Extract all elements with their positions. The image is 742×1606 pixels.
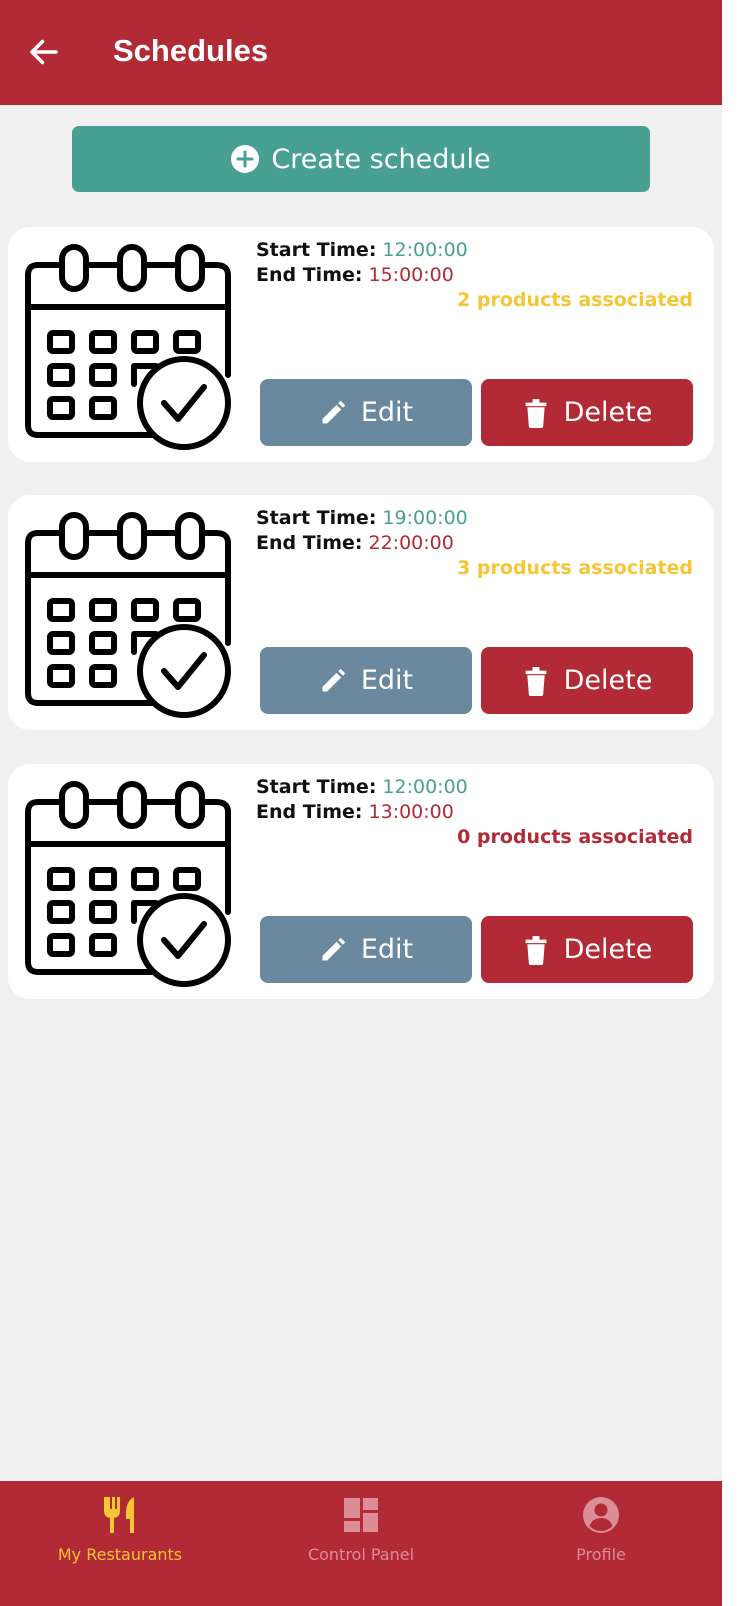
plus-circle-icon bbox=[231, 145, 260, 173]
edit-label: Edit bbox=[360, 397, 414, 428]
edit-button[interactable]: Edit bbox=[260, 379, 472, 446]
start-time-label: Start Time: bbox=[256, 507, 377, 529]
back-arrow-icon[interactable] bbox=[26, 34, 62, 70]
schedule-card: Start Time: 12:00:00 End Time: 13:00:00 0 … bbox=[8, 764, 714, 999]
end-time-value: 15:00:00 bbox=[368, 264, 454, 286]
end-time-row: End Time: 15:00:00 bbox=[256, 264, 454, 286]
start-time-value: 12:00:00 bbox=[382, 239, 468, 261]
tab-label: Profile bbox=[576, 1545, 626, 1564]
page-title: Schedules bbox=[113, 33, 269, 68]
end-time-value: 22:00:00 bbox=[368, 532, 454, 554]
start-time-row: Start Time: 12:00:00 bbox=[256, 239, 468, 261]
schedule-card: Start Time: 19:00:00 End Time: 22:00:00 3 … bbox=[8, 495, 714, 730]
schedule-card: Start Time: 12:00:00 End Time: 15:00:00 2 … bbox=[8, 227, 714, 462]
app-screen: Schedules Create schedule Start Time: 12… bbox=[0, 0, 722, 1606]
trash-icon bbox=[525, 398, 547, 428]
delete-button[interactable]: Delete bbox=[481, 379, 693, 446]
edit-button[interactable]: Edit bbox=[260, 647, 472, 714]
end-time-label: End Time: bbox=[256, 532, 363, 554]
calendar-check-icon bbox=[25, 244, 231, 450]
start-time-value: 12:00:00 bbox=[382, 776, 468, 798]
create-schedule-button[interactable]: Create schedule bbox=[72, 126, 650, 192]
app-header: Schedules bbox=[0, 0, 722, 105]
edit-button[interactable]: Edit bbox=[260, 916, 472, 983]
start-time-label: Start Time: bbox=[256, 776, 377, 798]
bottom-tab-bar: My Restaurants Control Panel Profile bbox=[0, 1481, 722, 1606]
screen-edge bbox=[722, 0, 742, 1606]
pencil-icon bbox=[322, 937, 346, 960]
edit-label: Edit bbox=[360, 665, 414, 696]
delete-label: Delete bbox=[563, 934, 653, 965]
start-time-row: Start Time: 19:00:00 bbox=[256, 507, 468, 529]
utensils-icon bbox=[104, 1497, 134, 1533]
end-time-label: End Time: bbox=[256, 801, 363, 823]
edit-label: Edit bbox=[360, 934, 414, 965]
tab-control-panel[interactable]: Control Panel bbox=[241, 1481, 481, 1606]
pencil-icon bbox=[322, 400, 346, 423]
delete-label: Delete bbox=[563, 665, 653, 696]
products-count: 0 products associated bbox=[457, 826, 693, 848]
start-time-row: Start Time: 12:00:00 bbox=[256, 776, 468, 798]
dashboard-icon bbox=[344, 1498, 378, 1532]
start-time-value: 19:00:00 bbox=[382, 507, 468, 529]
products-count: 3 products associated bbox=[457, 557, 693, 579]
end-time-row: End Time: 13:00:00 bbox=[256, 801, 454, 823]
calendar-check-icon bbox=[25, 512, 231, 718]
trash-icon bbox=[525, 935, 547, 965]
tab-label: My Restaurants bbox=[57, 1545, 183, 1564]
end-time-value: 13:00:00 bbox=[368, 801, 454, 823]
tab-profile[interactable]: Profile bbox=[481, 1481, 721, 1606]
start-time-label: Start Time: bbox=[256, 239, 377, 261]
tab-my-restaurants[interactable]: My Restaurants bbox=[0, 1481, 240, 1606]
end-time-label: End Time: bbox=[256, 264, 363, 286]
products-count: 2 products associated bbox=[457, 289, 693, 311]
user-circle-icon bbox=[583, 1497, 619, 1533]
delete-button[interactable]: Delete bbox=[481, 647, 693, 714]
delete-label: Delete bbox=[563, 397, 653, 428]
delete-button[interactable]: Delete bbox=[481, 916, 693, 983]
create-schedule-label: Create schedule bbox=[271, 143, 491, 175]
trash-icon bbox=[525, 666, 547, 696]
end-time-row: End Time: 22:00:00 bbox=[256, 532, 454, 554]
pencil-icon bbox=[322, 668, 346, 691]
calendar-check-icon bbox=[25, 781, 231, 987]
tab-label: Control Panel bbox=[307, 1545, 415, 1564]
